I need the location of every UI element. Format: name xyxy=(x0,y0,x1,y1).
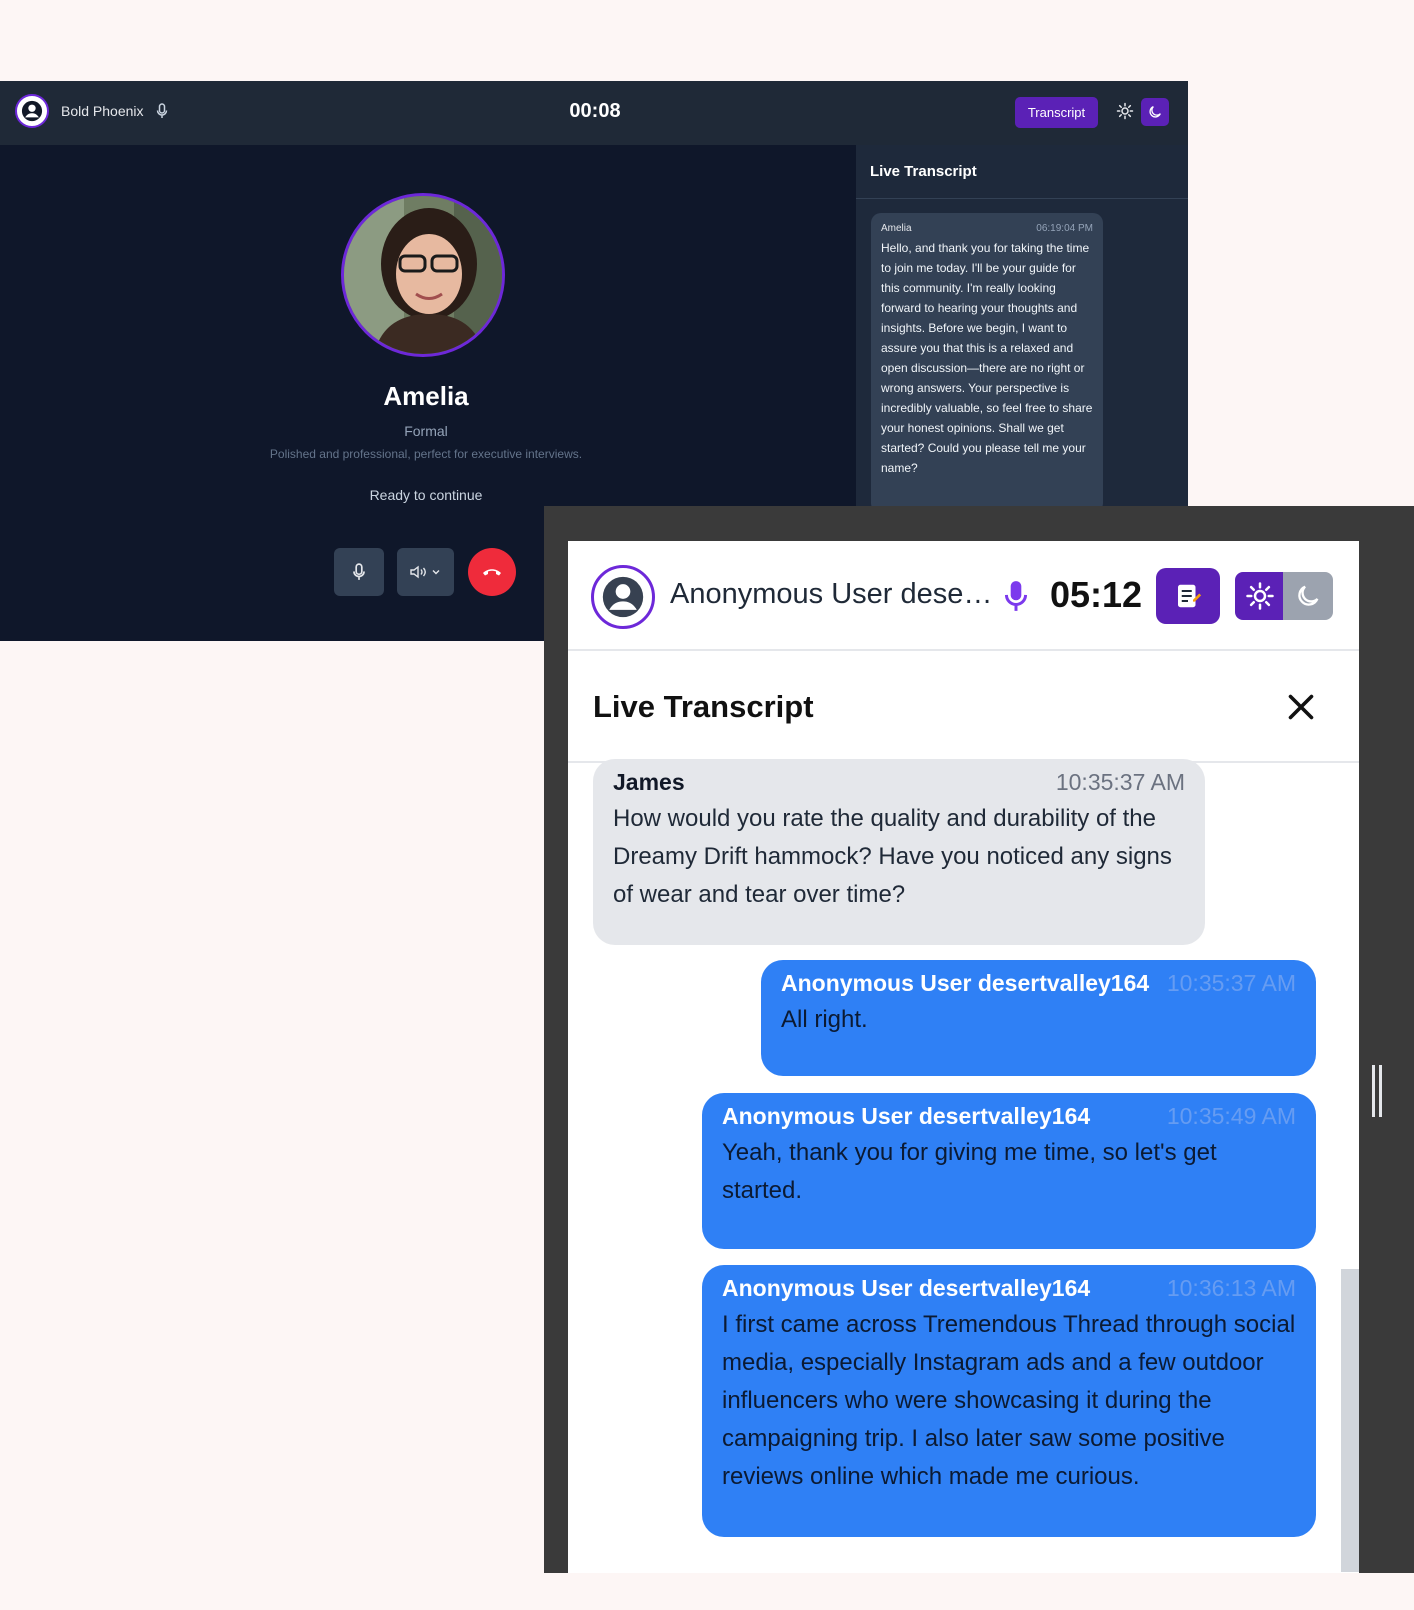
light-mode-toggle[interactable] xyxy=(1235,572,1285,620)
mic-icon xyxy=(353,563,365,580)
mic-icon xyxy=(156,103,168,118)
divider xyxy=(856,198,1188,199)
user-name: Anonymous User dese… xyxy=(670,578,993,610)
message-time: 10:35:37 AM xyxy=(1055,769,1185,795)
agent-photo xyxy=(341,193,505,357)
scrollbar[interactable] xyxy=(1341,1269,1359,1572)
close-button[interactable] xyxy=(1283,689,1319,725)
transcript-message: Anonymous User desertvalley164 10:35:37 … xyxy=(761,960,1316,1076)
sun-icon xyxy=(1246,582,1274,610)
transcript-toggle-button[interactable] xyxy=(1156,568,1220,624)
user-icon xyxy=(21,100,43,122)
message-text: How would you rate the quality and durab… xyxy=(613,805,1172,908)
dark-mode-toggle[interactable] xyxy=(1141,98,1169,126)
user-icon xyxy=(602,576,644,618)
mic-button[interactable] xyxy=(334,548,384,596)
agent-style: Formal xyxy=(404,423,448,439)
transcript-message: Amelia 06:19:04 PM Hello, and thank you … xyxy=(871,213,1103,513)
chevron-down-icon xyxy=(432,570,440,575)
mic-icon xyxy=(1004,581,1028,611)
message-time: 10:35:37 AM xyxy=(1166,970,1296,996)
message-time: 10:36:13 AM xyxy=(1166,1275,1296,1301)
mobile-header: Anonymous User dese… 05:12 xyxy=(568,541,1359,651)
message-speaker: James xyxy=(613,769,685,795)
transcript-message: Anonymous User desertvalley164 10:35:49 … xyxy=(702,1093,1316,1249)
call-timer: 05:12 xyxy=(1050,574,1143,615)
user-name: Bold Phoenix xyxy=(61,103,144,119)
message-text: Hello, and thank you for taking the time… xyxy=(881,241,1093,475)
message-speaker: Anonymous User desertvalley164 xyxy=(722,1275,1091,1301)
close-icon xyxy=(1288,694,1314,720)
user-avatar[interactable] xyxy=(15,94,49,128)
message-time: 10:35:49 AM xyxy=(1166,1103,1296,1129)
user-avatar[interactable] xyxy=(591,565,655,629)
transcript-title: Live Transcript xyxy=(870,163,977,180)
drag-handle[interactable] xyxy=(1371,1065,1383,1117)
call-timer: 00:08 xyxy=(569,100,621,122)
transcript-message: James 10:35:37 AM How would you rate the… xyxy=(593,759,1205,945)
mobile-call-window: Anonymous User dese… 05:12 Live Transcri… xyxy=(568,541,1359,1573)
dark-mode-toggle[interactable] xyxy=(1283,572,1333,620)
message-text: All right. xyxy=(781,1006,868,1033)
transcript-message: Anonymous User desertvalley164 10:36:13 … xyxy=(702,1265,1316,1537)
message-text: Yeah, thank you for giving me time, so l… xyxy=(722,1139,1217,1204)
sun-icon[interactable] xyxy=(1116,102,1134,120)
transcript-header: Live Transcript xyxy=(568,651,1359,763)
call-status: Ready to continue xyxy=(369,487,483,503)
moon-icon xyxy=(1298,585,1319,606)
message-time: 06:19:04 PM xyxy=(1036,223,1093,234)
agent-name: Amelia xyxy=(383,381,469,411)
message-speaker: Amelia xyxy=(881,223,912,234)
notes-icon xyxy=(1178,584,1202,608)
agent-description: Polished and professional, perfect for e… xyxy=(269,447,583,461)
message-speaker: Anonymous User desertvalley164 xyxy=(781,970,1150,996)
transcript-messages: James 10:35:37 AM How would you rate the… xyxy=(568,759,1359,1573)
message-speaker: Anonymous User desertvalley164 xyxy=(722,1103,1091,1129)
message-text: I first came across Tremendous Thread th… xyxy=(722,1311,1296,1490)
speaker-icon xyxy=(410,565,426,579)
moon-icon xyxy=(1149,106,1161,118)
speaker-button[interactable] xyxy=(397,548,454,596)
phone-hangup-icon xyxy=(483,569,501,576)
transcript-button[interactable]: Transcript xyxy=(1015,97,1098,128)
transcript-title: Live Transcript xyxy=(593,689,814,724)
end-call-button[interactable] xyxy=(468,548,516,596)
desktop-header: Bold Phoenix 00:08 Transcript xyxy=(0,81,1188,145)
